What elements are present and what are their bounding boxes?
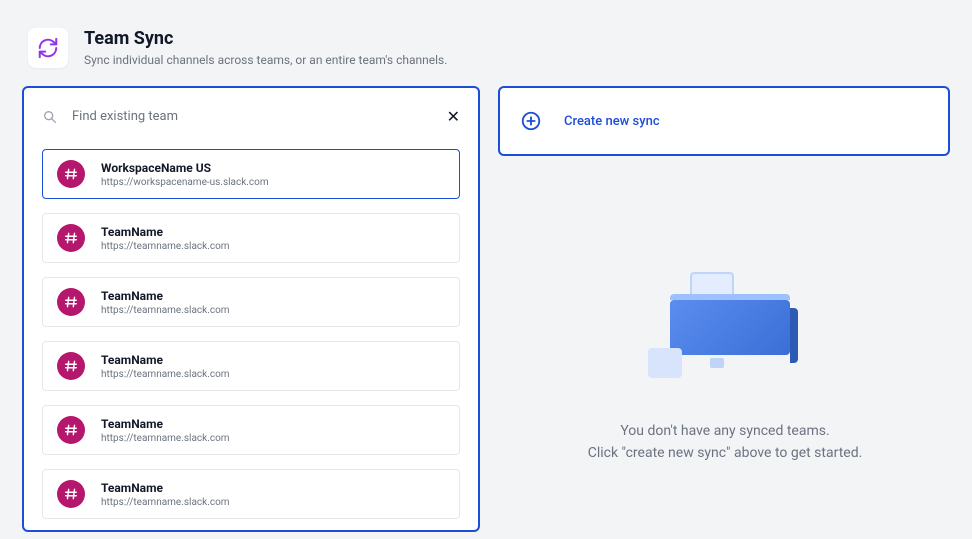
team-url: https://teamname.slack.com <box>101 433 230 444</box>
create-sync-label: Create new sync <box>564 114 660 129</box>
clear-search-button[interactable]: ✕ <box>447 109 460 125</box>
team-card[interactable]: TeamName https://teamname.slack.com <box>42 405 460 455</box>
team-name: TeamName <box>101 225 230 239</box>
plus-circle-icon <box>520 110 542 132</box>
slack-icon <box>57 160 85 188</box>
team-url: https://teamname.slack.com <box>101 369 230 380</box>
team-url: https://teamname.slack.com <box>101 305 230 316</box>
close-icon: ✕ <box>447 107 460 126</box>
search-input[interactable] <box>70 108 435 125</box>
team-name: TeamName <box>101 289 230 303</box>
page-subtitle: Sync individual channels across teams, o… <box>84 53 447 67</box>
team-card[interactable]: TeamName https://teamname.slack.com <box>42 277 460 327</box>
team-name: WorkspaceName US <box>101 161 269 175</box>
page-header: Team Sync Sync individual channels acros… <box>0 0 972 86</box>
team-card[interactable]: WorkspaceName US https://workspacename-us… <box>42 149 460 199</box>
slack-icon <box>57 224 85 252</box>
team-url: https://workspacename-us.slack.com <box>101 177 269 188</box>
sync-logo <box>28 28 68 68</box>
create-sync-button[interactable]: Create new sync <box>498 86 950 156</box>
team-name: TeamName <box>101 353 230 367</box>
team-list: WorkspaceName US https://workspacename-us… <box>42 149 460 519</box>
team-name: TeamName <box>101 481 230 495</box>
search-icon <box>42 109 58 125</box>
search-panel: ✕ WorkspaceName US https://workspacename-… <box>22 86 480 532</box>
slack-icon <box>57 416 85 444</box>
team-name: TeamName <box>101 417 230 431</box>
team-url: https://teamname.slack.com <box>101 497 230 508</box>
page-title: Team Sync <box>84 28 447 49</box>
team-card[interactable]: TeamName https://teamname.slack.com <box>42 469 460 519</box>
search-row: ✕ <box>42 108 460 125</box>
slack-icon <box>57 480 85 508</box>
team-card[interactable]: TeamName https://teamname.slack.com <box>42 213 460 263</box>
slack-icon <box>57 288 85 316</box>
slack-icon <box>57 352 85 380</box>
team-url: https://teamname.slack.com <box>101 241 230 252</box>
team-card[interactable]: TeamName https://teamname.slack.com <box>42 341 460 391</box>
sync-icon <box>37 37 59 59</box>
